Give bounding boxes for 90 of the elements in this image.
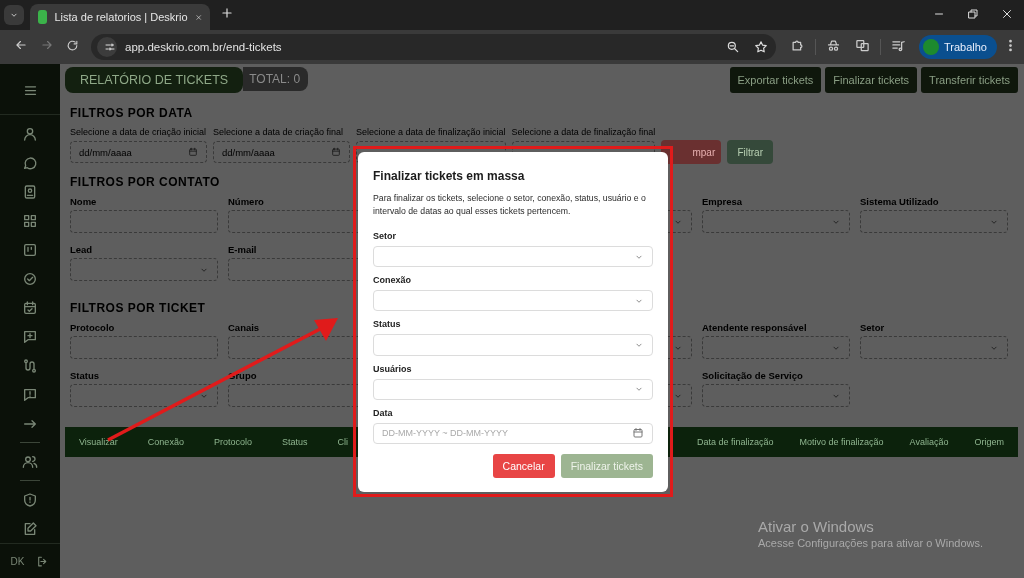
- input-field[interactable]: [70, 210, 218, 233]
- cancel-button[interactable]: Cancelar: [492, 454, 555, 478]
- action-button[interactable]: Finalizar tickets: [825, 67, 918, 93]
- select-field[interactable]: [70, 384, 218, 407]
- action-button[interactable]: Transferir tickets: [921, 67, 1018, 93]
- column-header: Status: [281, 437, 308, 447]
- check-circle-icon[interactable]: [22, 270, 38, 287]
- grid-icon[interactable]: [22, 212, 38, 229]
- field-label: Canais: [228, 321, 260, 334]
- zoom-icon[interactable]: [726, 40, 740, 54]
- translate-icon[interactable]: [855, 37, 870, 53]
- column-header: Protocolo: [213, 437, 252, 447]
- input-field[interactable]: [70, 336, 218, 359]
- site-favicon-icon: [38, 10, 48, 24]
- calendar-icon: [632, 427, 644, 440]
- plus-icon[interactable]: [220, 6, 234, 20]
- field-label: Nome: [70, 195, 97, 208]
- field-label: Sistema Utilizado: [860, 195, 939, 208]
- browser-tab[interactable]: Lista de relatorios | Deskrio: [30, 4, 210, 30]
- field-label: Setor: [373, 231, 397, 241]
- section-heading: FILTROS POR DATA: [70, 106, 193, 120]
- section-heading: FILTROS POR TICKET: [70, 301, 206, 315]
- filter-button[interactable]: Filtrar: [727, 140, 774, 164]
- site-settings-icon[interactable]: [104, 41, 116, 53]
- field-label: Número: [228, 195, 264, 208]
- column-header: Motivo de finalização: [799, 437, 884, 447]
- profile-button[interactable]: Trabalho: [919, 35, 997, 59]
- modal-description: Para finalizar os tickets, selecione o setor, conexão, status, usuário e o intervalo de datas ao qual esses tickets pertencem.: [373, 192, 647, 218]
- modal-title: Finalizar tickets em massa: [373, 169, 526, 183]
- column-header: Avaliação: [909, 437, 949, 447]
- placeholder-text: dd/mm/aaaa: [222, 146, 275, 158]
- section-heading: FILTROS POR CONTATO: [70, 175, 220, 189]
- message-plus-icon[interactable]: [22, 328, 38, 345]
- select-field[interactable]: [860, 336, 1008, 359]
- column-header: Cli: [337, 437, 348, 447]
- select-field[interactable]: [702, 336, 850, 359]
- avatar-icon: [923, 39, 939, 55]
- spy-icon[interactable]: [826, 37, 841, 53]
- close-icon[interactable]: [1001, 8, 1013, 20]
- field-label: Protocolo: [70, 321, 115, 334]
- board-icon[interactable]: [22, 241, 38, 258]
- route-icon[interactable]: [22, 357, 38, 374]
- watermark-title: Ativar o Windows: [758, 518, 875, 535]
- forward-arrow-icon[interactable]: [40, 38, 54, 52]
- field-label: Data: [373, 407, 394, 418]
- calendar-icon: [331, 147, 341, 157]
- url-text: app.deskrio.com.br/end-tickets: [125, 41, 283, 53]
- field-label: Selecione a data de finalização final: [511, 126, 656, 139]
- report-tab[interactable]: RELATÓRIO DE TICKETS: [65, 67, 244, 93]
- chat-bubble-icon[interactable]: [22, 154, 38, 171]
- field-label: Solicitação de Serviço: [702, 369, 803, 382]
- calendar-icon: [188, 147, 198, 157]
- user-icon[interactable]: [22, 125, 38, 142]
- column-header: Origem: [974, 437, 1004, 447]
- field-label: Status: [373, 319, 402, 330]
- action-button[interactable]: Exportar tickets: [729, 67, 822, 93]
- contact-book-icon[interactable]: [22, 183, 38, 200]
- field-label: Selecione a data de finalização inicial: [356, 126, 506, 139]
- placeholder-text: dd/mm/aaaa: [79, 146, 132, 158]
- field-label: Conexão: [373, 275, 412, 286]
- address-bar[interactable]: app.deskrio.com.br/end-tickets: [91, 34, 776, 60]
- column-header: Data de finalização: [697, 437, 774, 447]
- user-initials: DK: [10, 555, 25, 567]
- users-icon[interactable]: [22, 453, 38, 470]
- shield-icon[interactable]: [22, 491, 38, 508]
- column-header: Visualizar: [79, 437, 118, 447]
- message-alert-icon[interactable]: [22, 386, 38, 403]
- field-label: Status: [70, 369, 100, 382]
- field-label: Setor: [860, 321, 885, 334]
- column-header: Conexão: [147, 437, 184, 447]
- field-label: Empresa: [702, 195, 743, 208]
- field-label: Atendente responsável: [702, 321, 807, 334]
- field-label: Selecione a data de criação inicial: [70, 126, 207, 139]
- select-field[interactable]: [702, 384, 850, 407]
- reload-icon[interactable]: [66, 39, 79, 52]
- back-arrow-icon[interactable]: [14, 38, 28, 52]
- calendar-icon[interactable]: [22, 299, 38, 316]
- field-label: Lead: [70, 243, 93, 256]
- star-icon[interactable]: [754, 40, 768, 54]
- select-field[interactable]: [70, 258, 218, 281]
- field-label: Usuários: [373, 363, 413, 374]
- total-count: TOTAL: 0: [243, 67, 309, 91]
- restore-icon[interactable]: [967, 8, 979, 20]
- watermark-subtitle: Acesse Configurações para ativar o Windows.: [758, 537, 983, 549]
- select-field[interactable]: [860, 210, 1008, 233]
- tab-list-button[interactable]: [4, 5, 24, 25]
- field-label: Selecione a data de criação final: [213, 126, 344, 139]
- select-field[interactable]: [702, 210, 850, 233]
- edit-icon[interactable]: [22, 520, 38, 537]
- field-label: E-mail: [228, 243, 257, 256]
